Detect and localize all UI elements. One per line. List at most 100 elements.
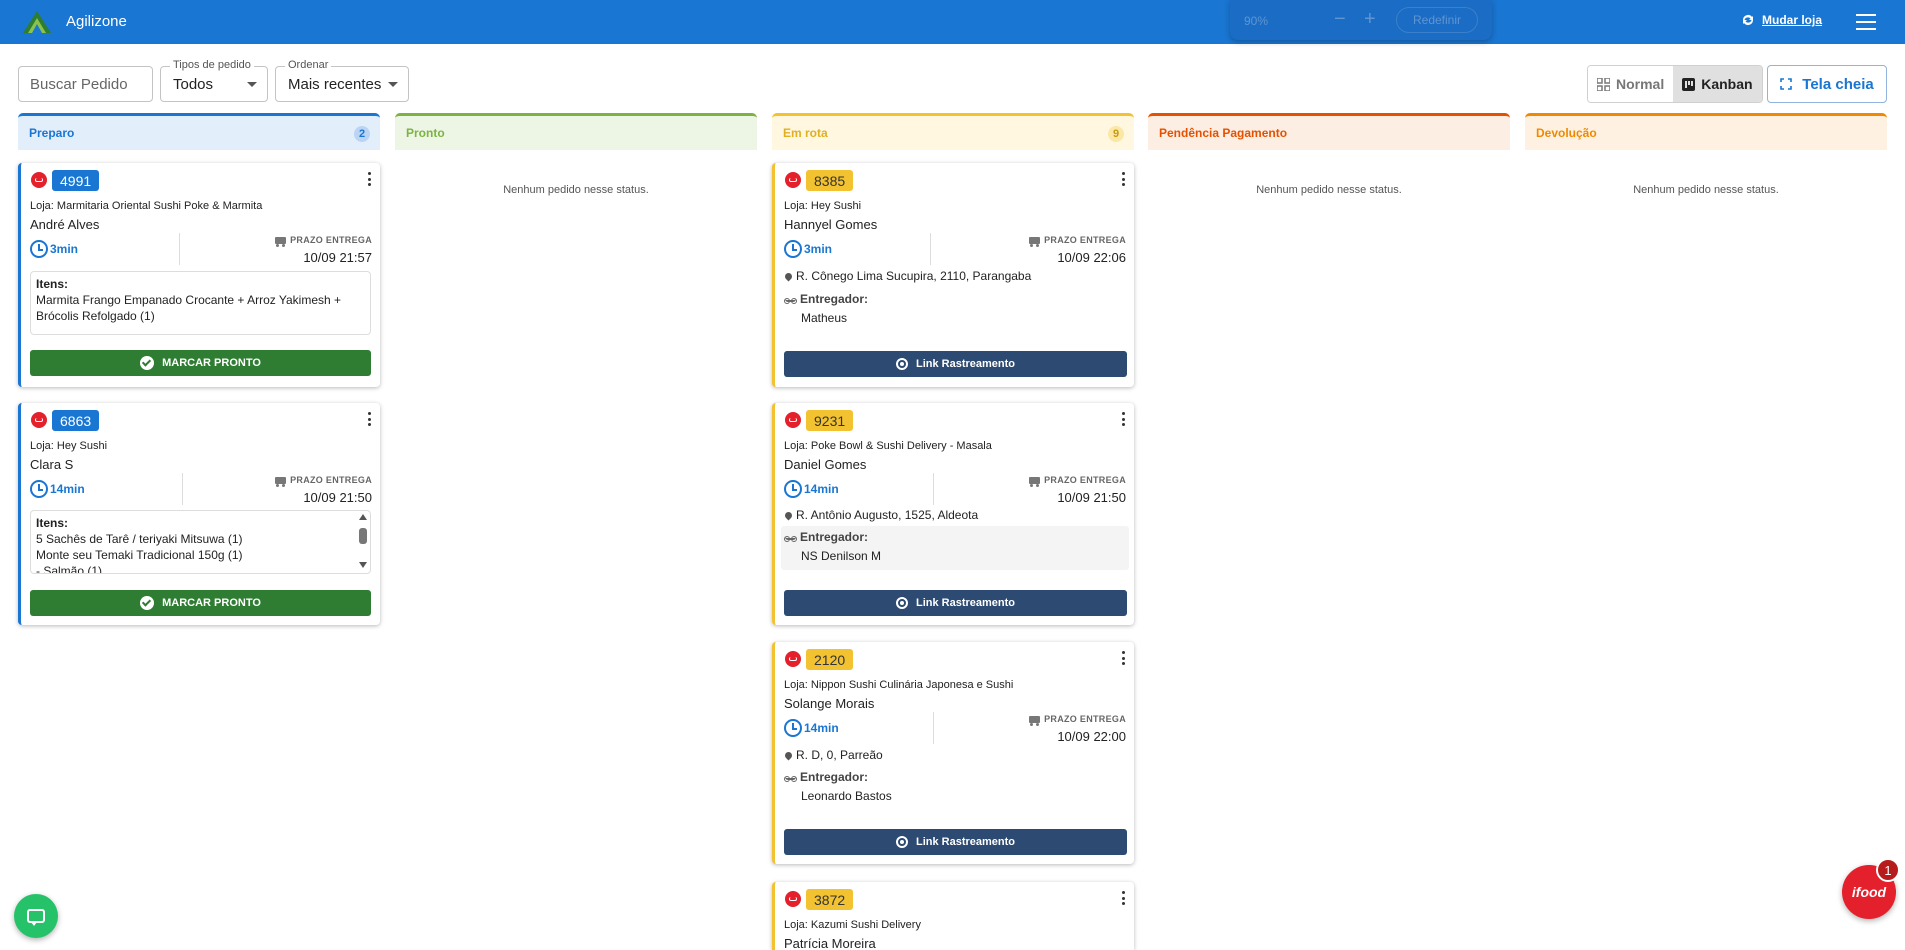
column-header-em-rota: Em rota 9: [772, 113, 1134, 150]
courier-label: Entregador:: [800, 770, 869, 784]
store-name: Loja: Nippon Sushi Culinária Japonesa e …: [784, 679, 1014, 691]
divider: [930, 233, 931, 265]
view-kanban-label: Kanban: [1701, 76, 1753, 92]
scrollbar[interactable]: [358, 514, 368, 568]
tracking-link-button[interactable]: Link Rastreamento: [784, 590, 1127, 616]
customer-name: Solange Morais: [784, 696, 875, 711]
view-normal-label: Normal: [1616, 76, 1665, 92]
zoom-control: 90% − + Redefinir: [1230, 0, 1492, 40]
sort-select[interactable]: Ordenar Mais recentes: [275, 59, 409, 102]
zoom-in-button[interactable]: +: [1364, 8, 1376, 31]
grid-icon: [1597, 77, 1610, 91]
delivery-address: R. D, 0, Parreão: [783, 748, 883, 762]
mark-ready-button[interactable]: MARCAR PRONTO: [30, 590, 371, 616]
elapsed-timer: 14min: [784, 480, 839, 498]
deadline-value: 10/09 22:00: [1057, 729, 1126, 744]
order-card[interactable]: 4991 Loja: Marmitaria Oriental Sushi Pok…: [18, 163, 380, 387]
mark-ready-label: MARCAR PRONTO: [162, 357, 261, 369]
clock-icon: [30, 480, 48, 498]
location-target-icon: [895, 597, 908, 609]
order-card[interactable]: 9231 Loja: Poke Bowl & Sushi Delivery - …: [772, 403, 1134, 625]
order-card[interactable]: 8385 Loja: Hey Sushi Hannyel Gomes 3min …: [772, 163, 1134, 387]
tracking-link-label: Link Rastreamento: [915, 597, 1016, 609]
more-options-icon[interactable]: [368, 412, 372, 426]
column-title: Pendência Pagamento: [1159, 126, 1288, 140]
empty-column-message: Nenhum pedido nesse status.: [1256, 184, 1402, 196]
motorcycle-icon: [784, 534, 797, 542]
address-text: R. D, 0, Parreão: [796, 748, 883, 762]
deadline-label: PRAZO ENTREGA: [275, 475, 372, 487]
customer-name: Clara S: [30, 457, 74, 472]
customer-name: Daniel Gomes: [784, 457, 867, 472]
location-target-icon: [895, 836, 908, 848]
deadline-label: PRAZO ENTREGA: [1029, 714, 1126, 726]
tracking-link-button[interactable]: Link Rastreamento: [784, 351, 1127, 377]
timer-value: 14min: [50, 482, 85, 496]
deadline-label: PRAZO ENTREGA: [1029, 235, 1126, 247]
hamburger-menu-icon[interactable]: [1856, 14, 1876, 30]
courier-label: Entregador:: [800, 530, 869, 544]
location-pin-icon: [783, 271, 794, 281]
delivery-address: R. Antônio Augusto, 1525, Aldeota: [783, 508, 978, 522]
mark-ready-button[interactable]: MARCAR PRONTO: [30, 350, 371, 376]
empty-column-message: Nenhum pedido nesse status.: [1633, 184, 1779, 196]
location-target-icon: [895, 358, 908, 370]
column-header-preparo: Preparo 2: [18, 113, 380, 150]
order-number: 9231: [806, 410, 854, 431]
ifood-icon: [785, 172, 801, 188]
tracking-link-label: Link Rastreamento: [915, 836, 1016, 848]
more-options-icon[interactable]: [1122, 651, 1126, 665]
search-order-input[interactable]: [18, 66, 153, 102]
truck-icon: [275, 236, 287, 247]
column-count-badge: 9: [1108, 126, 1124, 142]
more-options-icon[interactable]: [1122, 891, 1126, 905]
divider: [179, 233, 180, 265]
item-line: Monte seu Temaki Tradicional 150g (1): [36, 548, 243, 562]
change-store-link[interactable]: Mudar loja: [1740, 13, 1822, 27]
view-kanban-button[interactable]: Kanban: [1673, 66, 1762, 102]
motorcycle-icon: [784, 774, 797, 782]
zoom-out-button[interactable]: −: [1334, 8, 1346, 31]
order-card[interactable]: 3872 Loja: Kazumi Sushi Delivery Patríci…: [772, 882, 1134, 950]
deadline-label-text: PRAZO ENTREGA: [1044, 235, 1126, 245]
column-title: Em rota: [783, 126, 828, 140]
sort-value: Mais recentes: [288, 75, 382, 93]
agilizone-logo-icon: [23, 11, 51, 33]
fullscreen-icon: [1780, 78, 1793, 90]
zoom-reset-button[interactable]: Redefinir: [1396, 7, 1478, 33]
more-options-icon[interactable]: [368, 172, 372, 186]
order-type-value: Todos: [173, 75, 214, 93]
more-options-icon[interactable]: [1122, 172, 1126, 186]
courier-name: Matheus: [801, 311, 848, 325]
arrow-down-icon: [359, 562, 367, 568]
view-normal-button[interactable]: Normal: [1588, 66, 1674, 102]
column-header-pendencia-pagamento: Pendência Pagamento: [1148, 113, 1510, 150]
chat-button[interactable]: [14, 894, 58, 938]
location-pin-icon: [783, 510, 794, 520]
item-line: - Salmão (1): [36, 564, 103, 574]
order-card[interactable]: 6863 Loja: Hey Sushi Clara S 14min PRAZO…: [18, 403, 380, 625]
customer-name: Patrícia Moreira: [784, 936, 876, 950]
tracking-link-button[interactable]: Link Rastreamento: [784, 829, 1127, 855]
deadline-label: PRAZO ENTREGA: [1029, 475, 1126, 487]
items-box[interactable]: Itens: 5 Sachês de Tarê / teriyaki Mitsu…: [30, 510, 371, 574]
clock-icon: [784, 240, 802, 258]
deadline-label-text: PRAZO ENTREGA: [290, 475, 372, 485]
zoom-value: 90%: [1244, 14, 1269, 28]
courier-name: NS Denilson M: [801, 549, 882, 563]
order-type-select[interactable]: Tipos de pedido Todos: [160, 59, 268, 102]
fullscreen-button[interactable]: Tela cheia: [1767, 65, 1887, 103]
store-name: Loja: Hey Sushi: [784, 200, 862, 212]
store-name: Loja: Kazumi Sushi Delivery: [784, 919, 921, 931]
more-options-icon[interactable]: [1122, 412, 1126, 426]
kanban-icon: [1682, 77, 1696, 91]
order-card[interactable]: 2120 Loja: Nippon Sushi Culinária Japone…: [772, 642, 1134, 864]
timer-value: 14min: [804, 482, 839, 496]
deadline-label-text: PRAZO ENTREGA: [290, 235, 372, 245]
column-header-devolucao: Devolução: [1525, 113, 1887, 150]
deadline-label: PRAZO ENTREGA: [275, 235, 372, 247]
truck-icon: [275, 476, 287, 487]
deadline-label-text: PRAZO ENTREGA: [1044, 475, 1126, 485]
ifood-icon: [31, 172, 47, 188]
column-title: Pronto: [406, 126, 445, 140]
